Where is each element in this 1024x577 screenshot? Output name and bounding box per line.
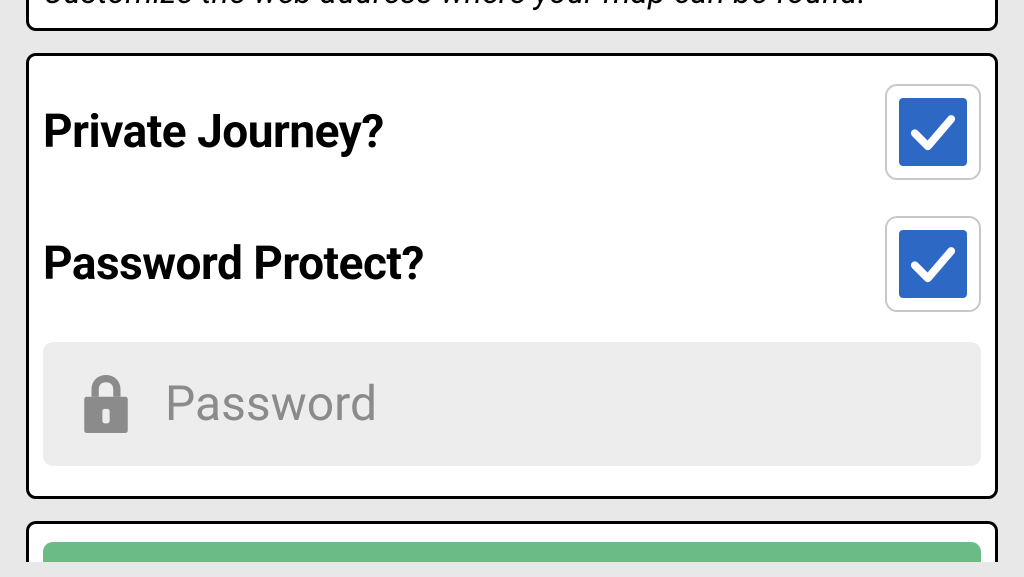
submit-button[interactable] [43,542,981,562]
url-helper-text: Customize the web address where your map… [29,0,995,16]
password-protect-checkbox[interactable] [885,216,981,312]
password-field[interactable] [43,342,981,466]
checkmark-icon [899,230,967,298]
password-protect-label: Password Protect? [43,237,424,291]
url-customize-card: Customize the web address where your map… [26,0,998,31]
password-input[interactable] [165,375,947,432]
privacy-card: Private Journey? Password Protect? [26,53,998,499]
action-card [26,521,998,562]
private-journey-row: Private Journey? [29,66,995,198]
checkmark-icon [899,98,967,166]
password-protect-row: Password Protect? [29,198,995,330]
private-journey-checkbox[interactable] [885,84,981,180]
lock-icon [77,370,135,438]
private-journey-label: Private Journey? [43,105,384,159]
